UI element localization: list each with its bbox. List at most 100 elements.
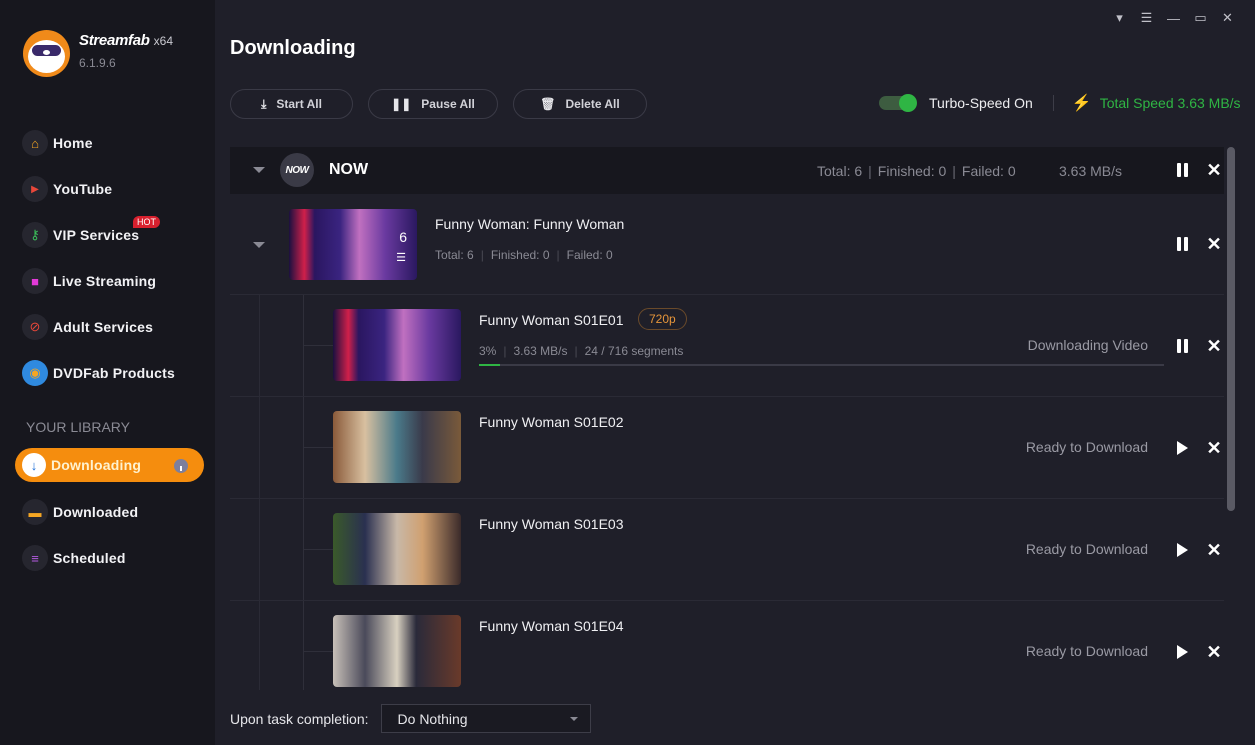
start-all-label: Start All xyxy=(276,97,322,111)
completion-action: Upon task completion: Do Nothing xyxy=(230,704,591,733)
episode-count: 6 xyxy=(399,229,407,245)
start-episode-button[interactable] xyxy=(1172,642,1192,662)
turbo-speed-label: Turbo-Speed On xyxy=(929,95,1033,111)
delete-all-button[interactable]: 🗑 Delete All xyxy=(513,89,647,119)
lightning-icon: ⚡ xyxy=(1071,95,1092,112)
episode-status: Downloading Video xyxy=(1027,337,1148,353)
play-icon xyxy=(1176,645,1188,659)
episode-status: Ready to Download xyxy=(1025,541,1148,557)
hot-badge: HOT xyxy=(133,216,160,228)
series-thumbnail: 6 ☰ xyxy=(289,209,417,280)
sidebar-item-label: YouTube xyxy=(53,181,113,197)
sidebar-item-downloading[interactable]: ↓ Downloading xyxy=(15,448,204,482)
app-arch: x64 xyxy=(153,33,174,48)
list-scrollbar[interactable] xyxy=(1227,147,1235,690)
completion-action-select[interactable]: Do Nothing xyxy=(380,704,591,733)
group-stats: Total: 6 | Finished: 0 | Failed: 0 xyxy=(817,163,1016,179)
maximize-icon[interactable]: ▭ xyxy=(1187,9,1214,27)
completion-label: Upon task completion: xyxy=(230,710,369,727)
download-icon: ↓ xyxy=(22,453,46,477)
sidebar-item-label: Scheduled xyxy=(53,550,126,566)
pause-episode-button[interactable] xyxy=(1172,336,1192,356)
sidebar-item-label: Downloaded xyxy=(53,504,139,520)
folder-icon: ▬ xyxy=(22,499,48,525)
series-failed: Failed: 0 xyxy=(566,248,613,262)
sidebar-item-label: VIP Services xyxy=(53,227,140,243)
download-icon: ⤓ xyxy=(261,96,267,111)
progress-bar xyxy=(479,364,1164,366)
sidebar-item-home[interactable]: ⌂ Home xyxy=(22,128,93,158)
trash-icon: 🗑 xyxy=(540,97,556,111)
close-icon: ✕ xyxy=(1206,336,1222,356)
sidebar-item-label: Live Streaming xyxy=(53,273,157,289)
close-window-icon[interactable]: ✕ xyxy=(1214,9,1241,27)
delete-episode-button[interactable]: ✕ xyxy=(1204,438,1224,458)
delete-episode-button[interactable]: ✕ xyxy=(1204,336,1224,356)
total-speed: Total Speed 3.63 MB/s xyxy=(1099,95,1241,111)
sidebar-item-label: Home xyxy=(53,135,93,151)
app-version: 6.1.9.6 xyxy=(79,55,116,70)
delete-series-button[interactable]: ✕ xyxy=(1204,234,1224,254)
turbo-speed: Turbo-Speed On ⚡ Total Speed 3.63 MB/s xyxy=(879,93,1241,113)
download-list: NOW NOW Total: 6 | Finished: 0 | Failed: 0… xyxy=(230,147,1224,690)
brand: Streamfab x64 6.1.9.6 xyxy=(23,30,173,77)
collapse-caret-icon[interactable] xyxy=(253,242,265,248)
scrollbar-thumb[interactable] xyxy=(1227,147,1235,511)
pause-all-button[interactable]: ❚❚ Pause All xyxy=(368,89,498,119)
episode-title: Funny Woman S01E04 xyxy=(479,618,624,634)
turbo-speed-toggle[interactable] xyxy=(879,94,917,112)
pause-all-label: Pause All xyxy=(421,97,475,111)
sidebar-item-downloaded[interactable]: ▬ Downloaded xyxy=(22,497,138,527)
selected-option: Do Nothing xyxy=(397,710,468,727)
library-title: YOUR LIBRARY xyxy=(26,419,130,435)
group-total: Total: 6 xyxy=(817,163,863,179)
progress-fill xyxy=(479,364,500,366)
play-icon xyxy=(1176,543,1188,557)
page-title: Downloading xyxy=(230,37,356,59)
sidebar: Streamfab x64 6.1.9.6 ⌂ Home ▶ YouTube ⚷ … xyxy=(0,0,215,745)
episode-thumbnail xyxy=(333,309,461,381)
start-all-button[interactable]: ⤓ Start All xyxy=(230,89,353,119)
delete-group-button[interactable]: ✕ xyxy=(1204,160,1224,180)
quality-badge: 720p xyxy=(638,308,687,330)
series-title: Funny Woman: Funny Woman xyxy=(435,216,625,232)
close-icon: ✕ xyxy=(1206,438,1222,458)
sidebar-item-dvdfab-products[interactable]: ◉ DVDFab Products xyxy=(22,358,175,388)
episode-thumbnail xyxy=(333,513,461,585)
group-name: NOW xyxy=(329,161,369,178)
menu-icon[interactable]: ☰ xyxy=(1133,9,1160,27)
sidebar-item-adult-services[interactable]: ⊘ Adult Services xyxy=(22,312,153,342)
episode-title: Funny Woman S01E02 xyxy=(479,414,624,430)
sidebar-item-vip-services[interactable]: ⚷ VIP Services HOT xyxy=(22,216,160,250)
close-icon: ✕ xyxy=(1206,540,1222,560)
sidebar-item-youtube[interactable]: ▶ YouTube xyxy=(22,174,112,204)
app-name: Streamfab xyxy=(79,31,150,49)
group-speed: 3.63 MB/s xyxy=(1059,163,1123,179)
episode-row: Funny Woman S01E04 Ready to Download ✕ xyxy=(230,601,1224,690)
series-total: Total: 6 xyxy=(435,248,474,262)
start-episode-button[interactable] xyxy=(1172,438,1192,458)
pause-series-button[interactable] xyxy=(1172,234,1192,254)
app-window: Streamfab x64 6.1.9.6 ⌂ Home ▶ YouTube ⚷ … xyxy=(0,0,1255,745)
sidebar-item-live-streaming[interactable]: ■ Live Streaming xyxy=(22,266,156,296)
progress-percent: 3% xyxy=(479,344,497,358)
sidebar-item-scheduled[interactable]: ≡ Scheduled xyxy=(22,543,126,573)
youtube-icon: ▶ xyxy=(22,176,48,202)
sidebar-item-label: Downloading xyxy=(51,457,142,473)
series-finished: Finished: 0 xyxy=(490,248,550,262)
group-failed: Failed: 0 xyxy=(961,163,1016,179)
now-logo: NOW xyxy=(280,153,314,187)
delete-episode-button[interactable]: ✕ xyxy=(1204,642,1224,662)
close-icon: ✕ xyxy=(1206,234,1222,254)
episode-thumbnail xyxy=(333,615,461,687)
skin-icon[interactable]: ▾ xyxy=(1106,9,1133,27)
pause-group-button[interactable] xyxy=(1172,160,1192,180)
series-row: 6 ☰ Funny Woman: Funny Woman Total: 6 | F… xyxy=(230,194,1224,295)
pause-icon xyxy=(1176,339,1188,353)
minimize-icon[interactable]: — xyxy=(1160,9,1187,27)
series-stats: Total: 6 | Finished: 0 | Failed: 0 xyxy=(435,248,613,262)
delete-episode-button[interactable]: ✕ xyxy=(1204,540,1224,560)
collapse-caret-icon[interactable] xyxy=(253,167,265,173)
segment-count: 24 / 716 segments xyxy=(584,344,684,358)
start-episode-button[interactable] xyxy=(1172,540,1192,560)
